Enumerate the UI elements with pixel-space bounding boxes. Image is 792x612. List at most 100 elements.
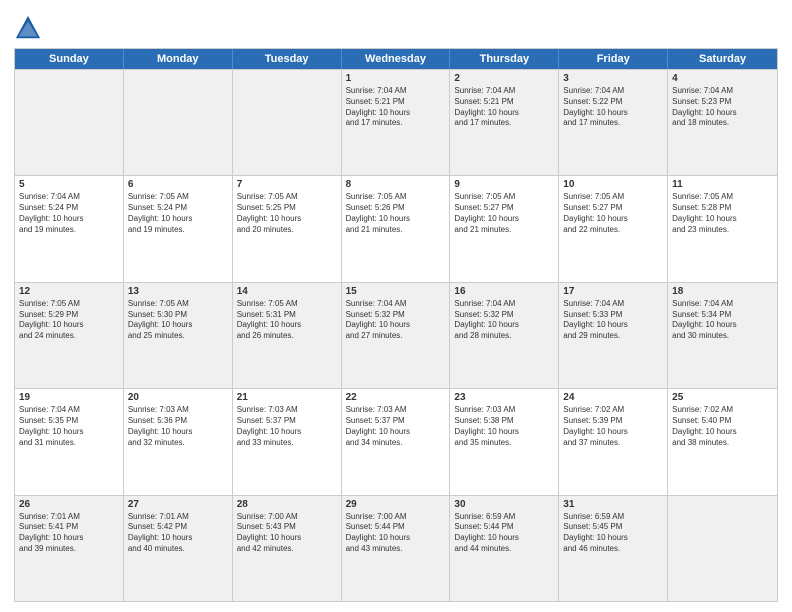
page-header — [14, 10, 778, 42]
day-number: 27 — [128, 499, 228, 510]
cal-cell-31-r4c5: 31 Sunrise: 6:59 AMSunset: 5:45 PMDayligh… — [559, 496, 668, 601]
day-number: 13 — [128, 286, 228, 297]
day-number: 10 — [563, 179, 663, 190]
cal-cell-18-r2c6: 18Sunrise: 7:04 AMSunset: 5:34 PMDayligh… — [668, 283, 777, 388]
cal-cell-22-r3c3: 22 Sunrise: 7:03 AMSunset: 5:37 PMDayligh… — [342, 389, 451, 494]
cell-info: Sunrise: 7:01 AMSunset: 5:42 PMDaylight:… — [128, 512, 228, 555]
day-number: 31 — [563, 499, 663, 510]
cell-info: Sunrise: 7:03 AMSunset: 5:37 PMDaylight:… — [346, 405, 446, 448]
day-number: 26 — [19, 499, 119, 510]
day-number: 21 — [237, 392, 337, 403]
cell-info: Sunrise: 7:05 AMSunset: 5:27 PMDaylight:… — [454, 192, 554, 235]
cal-cell-21-r3c2: 21 Sunrise: 7:03 AMSunset: 5:37 PMDayligh… — [233, 389, 342, 494]
cal-cell-7-r1c2: 7 Sunrise: 7:05 AMSunset: 5:25 PMDaylight… — [233, 176, 342, 281]
cal-cell-23-r3c4: 23 Sunrise: 7:03 AMSunset: 5:38 PMDayligh… — [450, 389, 559, 494]
cal-cell-8-r1c3: 8 Sunrise: 7:05 AMSunset: 5:26 PMDaylight… — [342, 176, 451, 281]
cell-info: Sunrise: 7:05 AMSunset: 5:29 PMDaylight:… — [19, 299, 119, 342]
day-number: 25 — [672, 392, 773, 403]
day-number: 11 — [672, 179, 773, 190]
day-number: 7 — [237, 179, 337, 190]
cal-cell-19-r3c0: 19Sunrise: 7:04 AMSunset: 5:35 PMDayligh… — [15, 389, 124, 494]
day-number: 24 — [563, 392, 663, 403]
cal-cell-9-r1c4: 9 Sunrise: 7:05 AMSunset: 5:27 PMDaylight… — [450, 176, 559, 281]
day-number: 16 — [454, 286, 554, 297]
cal-cell-16-r2c4: 16Sunrise: 7:04 AMSunset: 5:32 PMDayligh… — [450, 283, 559, 388]
cal-cell-24-r3c5: 24Sunrise: 7:02 AMSunset: 5:39 PMDayligh… — [559, 389, 668, 494]
cell-info: Sunrise: 7:04 AMSunset: 5:23 PMDaylight:… — [672, 86, 773, 129]
cal-cell-empty-r4c6 — [668, 496, 777, 601]
day-number: 3 — [563, 73, 663, 84]
weekday-header-wednesday: Wednesday — [342, 49, 451, 69]
page-container: SundayMondayTuesdayWednesdayThursdayFrid… — [0, 0, 792, 612]
calendar: SundayMondayTuesdayWednesdayThursdayFrid… — [14, 48, 778, 602]
cal-cell-empty-r0c2 — [233, 70, 342, 175]
cell-info: Sunrise: 7:04 AMSunset: 5:22 PMDaylight:… — [563, 86, 663, 129]
weekday-header-monday: Monday — [124, 49, 233, 69]
cell-info: Sunrise: 7:04 AMSunset: 5:32 PMDaylight:… — [346, 299, 446, 342]
cell-info: Sunrise: 7:00 AMSunset: 5:44 PMDaylight:… — [346, 512, 446, 555]
day-number: 15 — [346, 286, 446, 297]
cell-info: Sunrise: 7:05 AMSunset: 5:30 PMDaylight:… — [128, 299, 228, 342]
day-number: 14 — [237, 286, 337, 297]
cell-info: Sunrise: 7:05 AMSunset: 5:24 PMDaylight:… — [128, 192, 228, 235]
cell-info: Sunrise: 7:00 AMSunset: 5:43 PMDaylight:… — [237, 512, 337, 555]
cell-info: Sunrise: 7:05 AMSunset: 5:26 PMDaylight:… — [346, 192, 446, 235]
day-number: 1 — [346, 73, 446, 84]
calendar-row-0: 1 Sunrise: 7:04 AMSunset: 5:21 PMDaylight… — [15, 69, 777, 175]
cal-cell-27-r4c1: 27 Sunrise: 7:01 AMSunset: 5:42 PMDayligh… — [124, 496, 233, 601]
calendar-row-2: 12 Sunrise: 7:05 AMSunset: 5:29 PMDayligh… — [15, 282, 777, 388]
day-number: 29 — [346, 499, 446, 510]
day-number: 4 — [672, 73, 773, 84]
day-number: 2 — [454, 73, 554, 84]
calendar-body: 1 Sunrise: 7:04 AMSunset: 5:21 PMDaylight… — [15, 69, 777, 601]
day-number: 6 — [128, 179, 228, 190]
calendar-row-4: 26 Sunrise: 7:01 AMSunset: 5:41 PMDayligh… — [15, 495, 777, 601]
day-number: 22 — [346, 392, 446, 403]
calendar-row-1: 5Sunrise: 7:04 AMSunset: 5:24 PMDaylight… — [15, 175, 777, 281]
cal-cell-28-r4c2: 28 Sunrise: 7:00 AMSunset: 5:43 PMDayligh… — [233, 496, 342, 601]
day-number: 17 — [563, 286, 663, 297]
cell-info: Sunrise: 7:03 AMSunset: 5:38 PMDaylight:… — [454, 405, 554, 448]
cal-cell-3-r0c5: 3 Sunrise: 7:04 AMSunset: 5:22 PMDaylight… — [559, 70, 668, 175]
weekday-header-thursday: Thursday — [450, 49, 559, 69]
cell-info: Sunrise: 6:59 AMSunset: 5:44 PMDaylight:… — [454, 512, 554, 555]
cal-cell-5-r1c0: 5Sunrise: 7:04 AMSunset: 5:24 PMDaylight… — [15, 176, 124, 281]
cell-info: Sunrise: 7:03 AMSunset: 5:37 PMDaylight:… — [237, 405, 337, 448]
cal-cell-4-r0c6: 4 Sunrise: 7:04 AMSunset: 5:23 PMDaylight… — [668, 70, 777, 175]
cell-info: Sunrise: 6:59 AMSunset: 5:45 PMDaylight:… — [563, 512, 663, 555]
cell-info: Sunrise: 7:05 AMSunset: 5:28 PMDaylight:… — [672, 192, 773, 235]
cell-info: Sunrise: 7:01 AMSunset: 5:41 PMDaylight:… — [19, 512, 119, 555]
logo — [14, 14, 46, 42]
cell-info: Sunrise: 7:04 AMSunset: 5:33 PMDaylight:… — [563, 299, 663, 342]
cal-cell-17-r2c5: 17 Sunrise: 7:04 AMSunset: 5:33 PMDayligh… — [559, 283, 668, 388]
cal-cell-14-r2c2: 14 Sunrise: 7:05 AMSunset: 5:31 PMDayligh… — [233, 283, 342, 388]
cell-info: Sunrise: 7:05 AMSunset: 5:25 PMDaylight:… — [237, 192, 337, 235]
cell-info: Sunrise: 7:02 AMSunset: 5:40 PMDaylight:… — [672, 405, 773, 448]
cal-cell-2-r0c4: 2Sunrise: 7:04 AMSunset: 5:21 PMDaylight… — [450, 70, 559, 175]
cal-cell-13-r2c1: 13 Sunrise: 7:05 AMSunset: 5:30 PMDayligh… — [124, 283, 233, 388]
calendar-header: SundayMondayTuesdayWednesdayThursdayFrid… — [15, 49, 777, 69]
cell-info: Sunrise: 7:05 AMSunset: 5:31 PMDaylight:… — [237, 299, 337, 342]
cell-info: Sunrise: 7:04 AMSunset: 5:34 PMDaylight:… — [672, 299, 773, 342]
weekday-header-sunday: Sunday — [15, 49, 124, 69]
cal-cell-6-r1c1: 6 Sunrise: 7:05 AMSunset: 5:24 PMDaylight… — [124, 176, 233, 281]
day-number: 23 — [454, 392, 554, 403]
day-number: 28 — [237, 499, 337, 510]
cell-info: Sunrise: 7:04 AMSunset: 5:21 PMDaylight:… — [346, 86, 446, 129]
cell-info: Sunrise: 7:04 AMSunset: 5:35 PMDaylight:… — [19, 405, 119, 448]
cal-cell-empty-r0c1 — [124, 70, 233, 175]
weekday-header-friday: Friday — [559, 49, 668, 69]
cell-info: Sunrise: 7:05 AMSunset: 5:27 PMDaylight:… — [563, 192, 663, 235]
calendar-row-3: 19Sunrise: 7:04 AMSunset: 5:35 PMDayligh… — [15, 388, 777, 494]
weekday-header-saturday: Saturday — [668, 49, 777, 69]
day-number: 8 — [346, 179, 446, 190]
cal-cell-11-r1c6: 11 Sunrise: 7:05 AMSunset: 5:28 PMDayligh… — [668, 176, 777, 281]
cell-info: Sunrise: 7:04 AMSunset: 5:24 PMDaylight:… — [19, 192, 119, 235]
day-number: 20 — [128, 392, 228, 403]
day-number: 12 — [19, 286, 119, 297]
logo-icon — [14, 14, 42, 42]
cal-cell-15-r2c3: 15 Sunrise: 7:04 AMSunset: 5:32 PMDayligh… — [342, 283, 451, 388]
cal-cell-30-r4c4: 30Sunrise: 6:59 AMSunset: 5:44 PMDayligh… — [450, 496, 559, 601]
day-number: 9 — [454, 179, 554, 190]
cal-cell-29-r4c3: 29 Sunrise: 7:00 AMSunset: 5:44 PMDayligh… — [342, 496, 451, 601]
